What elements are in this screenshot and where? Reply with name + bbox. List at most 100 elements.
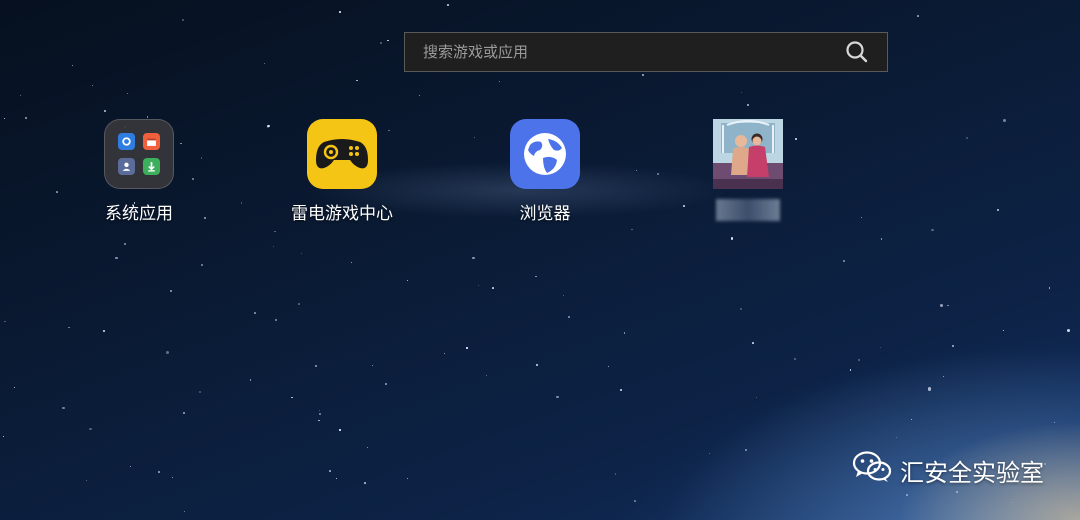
star	[1012, 502, 1014, 504]
star	[157, 471, 160, 474]
star	[568, 316, 570, 318]
star	[942, 375, 945, 378]
settings-mini-icon	[118, 133, 135, 150]
star	[407, 477, 409, 479]
star	[624, 332, 626, 334]
star	[13, 386, 15, 388]
star	[91, 84, 94, 87]
star	[19, 94, 21, 96]
star	[126, 92, 128, 94]
globe-icon	[510, 119, 580, 189]
star	[740, 308, 743, 311]
star	[254, 312, 256, 314]
star	[85, 479, 88, 482]
star	[895, 436, 898, 439]
star	[793, 358, 796, 361]
star	[146, 115, 149, 118]
star	[115, 257, 118, 260]
star	[1002, 330, 1005, 332]
star	[708, 452, 711, 455]
star	[1067, 329, 1070, 332]
star	[917, 14, 920, 17]
star	[905, 494, 908, 496]
star	[129, 465, 132, 468]
star	[297, 303, 300, 306]
star	[642, 74, 645, 77]
star	[274, 230, 277, 233]
star	[62, 407, 65, 410]
star	[535, 275, 537, 278]
star	[356, 79, 358, 82]
calendar-mini-icon	[143, 133, 160, 150]
search-input[interactable]	[405, 42, 837, 62]
app-photo-icon	[713, 119, 783, 189]
star	[380, 42, 383, 45]
search-icon[interactable]	[837, 33, 877, 71]
app-game-center[interactable]: 雷电游戏中心	[272, 119, 412, 224]
desktop: 系统应用 雷电游戏中心 浏览器	[0, 0, 1080, 520]
star	[372, 364, 374, 366]
star	[181, 19, 184, 22]
star	[335, 477, 338, 480]
star	[858, 358, 860, 361]
star	[249, 379, 252, 381]
star	[635, 169, 637, 171]
app-blurred[interactable]	[678, 119, 818, 221]
star	[267, 124, 271, 128]
star	[318, 412, 321, 415]
star	[350, 261, 352, 263]
star	[730, 237, 733, 240]
system-apps-folder-icon	[104, 119, 174, 189]
star	[3, 435, 5, 438]
star	[387, 39, 389, 42]
app-label-game-center: 雷电游戏中心	[291, 204, 393, 224]
star	[562, 294, 564, 297]
blurred-app-label	[716, 199, 780, 221]
star	[240, 202, 243, 204]
star	[634, 499, 637, 502]
star	[744, 449, 747, 452]
star	[911, 418, 913, 420]
star	[447, 4, 449, 6]
search-bar[interactable]	[404, 32, 888, 72]
star	[843, 260, 846, 263]
star	[1048, 287, 1050, 289]
star	[3, 320, 6, 323]
star	[71, 64, 74, 67]
star	[339, 11, 342, 13]
star	[1053, 421, 1056, 424]
app-browser[interactable]: 浏览器	[475, 119, 615, 224]
contacts-mini-icon	[118, 158, 135, 175]
star	[614, 473, 617, 476]
star	[364, 481, 366, 484]
star	[956, 491, 958, 493]
star	[555, 395, 559, 399]
star	[67, 326, 70, 329]
star	[927, 387, 931, 391]
star	[25, 117, 28, 120]
star	[385, 383, 387, 386]
star	[366, 446, 369, 449]
star	[123, 243, 126, 246]
star	[536, 364, 538, 366]
starfield-background	[0, 0, 1080, 520]
star	[329, 470, 332, 473]
star	[620, 389, 623, 392]
star	[740, 91, 742, 93]
star	[951, 344, 955, 348]
star	[498, 81, 500, 83]
star	[931, 228, 934, 232]
star	[477, 284, 480, 287]
app-system-apps[interactable]: 系统应用	[69, 119, 209, 224]
app-label-system-apps: 系统应用	[105, 204, 173, 224]
star	[103, 329, 106, 332]
star	[996, 209, 999, 211]
star	[319, 409, 321, 411]
star	[940, 304, 944, 307]
star	[171, 476, 174, 479]
star	[607, 365, 609, 367]
star	[264, 63, 266, 65]
app-label-browser: 浏览器	[519, 204, 571, 224]
star	[273, 245, 275, 247]
star	[183, 510, 185, 512]
